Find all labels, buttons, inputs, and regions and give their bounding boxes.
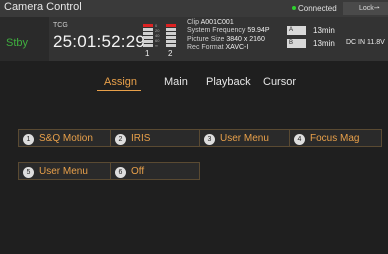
assign-label: Focus Mag [310, 133, 360, 144]
media-a-remaining: 13min [313, 26, 335, 35]
assign-label: S&Q Motion [39, 133, 93, 144]
meter-segment [143, 40, 153, 43]
meter-segment [166, 28, 176, 31]
power-status: DC IN 11.8V [346, 39, 385, 46]
sysfreq-label: System Frequency [187, 27, 246, 35]
media-b-remaining: 13min [313, 39, 335, 48]
assign-label: IRIS [131, 133, 151, 144]
audio-meter-ch2 [166, 24, 176, 47]
meter-segment [143, 24, 153, 27]
lock-arrow-icon: ⇀ [373, 5, 380, 12]
assign-button-5[interactable]: 5 User Menu [18, 162, 111, 180]
active-tab-indicator [97, 90, 141, 91]
assign-number-badge: 1 [23, 134, 34, 145]
connection-status: Connected [292, 4, 337, 13]
assign-label: User Menu [39, 166, 88, 177]
picsize-label: Picture Size [187, 35, 225, 43]
assign-number-badge: 4 [294, 134, 305, 145]
app-title: Camera Control [4, 1, 82, 13]
audio-meter-label-ch2: 2 [168, 49, 173, 58]
picsize-row: Picture Size 3840 x 2160 [187, 36, 270, 44]
scale-tick: ∞ [155, 43, 158, 48]
sysfreq-row: System Frequency 59.94P [187, 27, 270, 35]
picsize-value: 3840 x 2160 [226, 35, 265, 43]
audio-meter-ch1 [143, 24, 153, 47]
meter-segment [166, 44, 176, 47]
lock-button[interactable]: Lock⇀ [343, 2, 388, 15]
recfmt-row: Rec Format XAVC-I [187, 44, 270, 52]
media-b-letter: B [289, 40, 294, 46]
tab-cursor[interactable]: Cursor [263, 76, 296, 88]
clip-info: Clip A001C001 System Frequency 59.94P Pi… [187, 19, 270, 52]
meter-segment [166, 36, 176, 39]
assign-button-6[interactable]: 6 Off [110, 162, 200, 180]
meter-segment [166, 40, 176, 43]
clip-value: A001C001 [200, 19, 234, 26]
assign-number-badge: 2 [115, 134, 126, 145]
audio-meter-scale: 0 20 40 60 ∞ [155, 23, 159, 48]
sysfreq-value: 59.94P [247, 27, 270, 35]
lock-label: Lock [359, 5, 374, 12]
assign-button-3[interactable]: 3 User Menu [199, 129, 290, 147]
meter-segment [166, 24, 176, 27]
assign-label: User Menu [220, 133, 269, 144]
assign-button-2[interactable]: 2 IRIS [110, 129, 200, 147]
recfmt-value: XAVC-I [225, 43, 249, 51]
connection-label: Connected [298, 4, 337, 13]
assign-button-1[interactable]: 1 S&Q Motion [18, 129, 111, 147]
connection-indicator-icon [292, 6, 296, 10]
rec-status: Stby [6, 37, 29, 49]
tab-playback[interactable]: Playback [206, 76, 251, 88]
recfmt-label: Rec Format [187, 43, 224, 51]
assign-number-badge: 6 [115, 167, 126, 178]
meter-segment [143, 44, 153, 47]
audio-meter-label-ch1: 1 [145, 49, 150, 58]
tab-main[interactable]: Main [164, 76, 188, 88]
clip-row: Clip A001C001 [187, 19, 270, 27]
meter-segment [166, 32, 176, 35]
assign-number-badge: 5 [23, 167, 34, 178]
timecode: 25:01:52:29 [53, 32, 146, 51]
media-a-icon: A [287, 26, 306, 35]
assign-number-badge: 3 [204, 134, 215, 145]
assign-button-4[interactable]: 4 Focus Mag [289, 129, 382, 147]
meter-segment [143, 36, 153, 39]
assign-label: Off [131, 166, 145, 177]
clip-label: Clip [187, 19, 200, 26]
tab-assign[interactable]: Assign [104, 76, 137, 88]
timecode-label: TCG [53, 22, 68, 29]
media-a-letter: A [289, 27, 294, 33]
media-b-icon: B [287, 39, 306, 48]
meter-segment [143, 32, 153, 35]
meter-segment [143, 28, 153, 31]
